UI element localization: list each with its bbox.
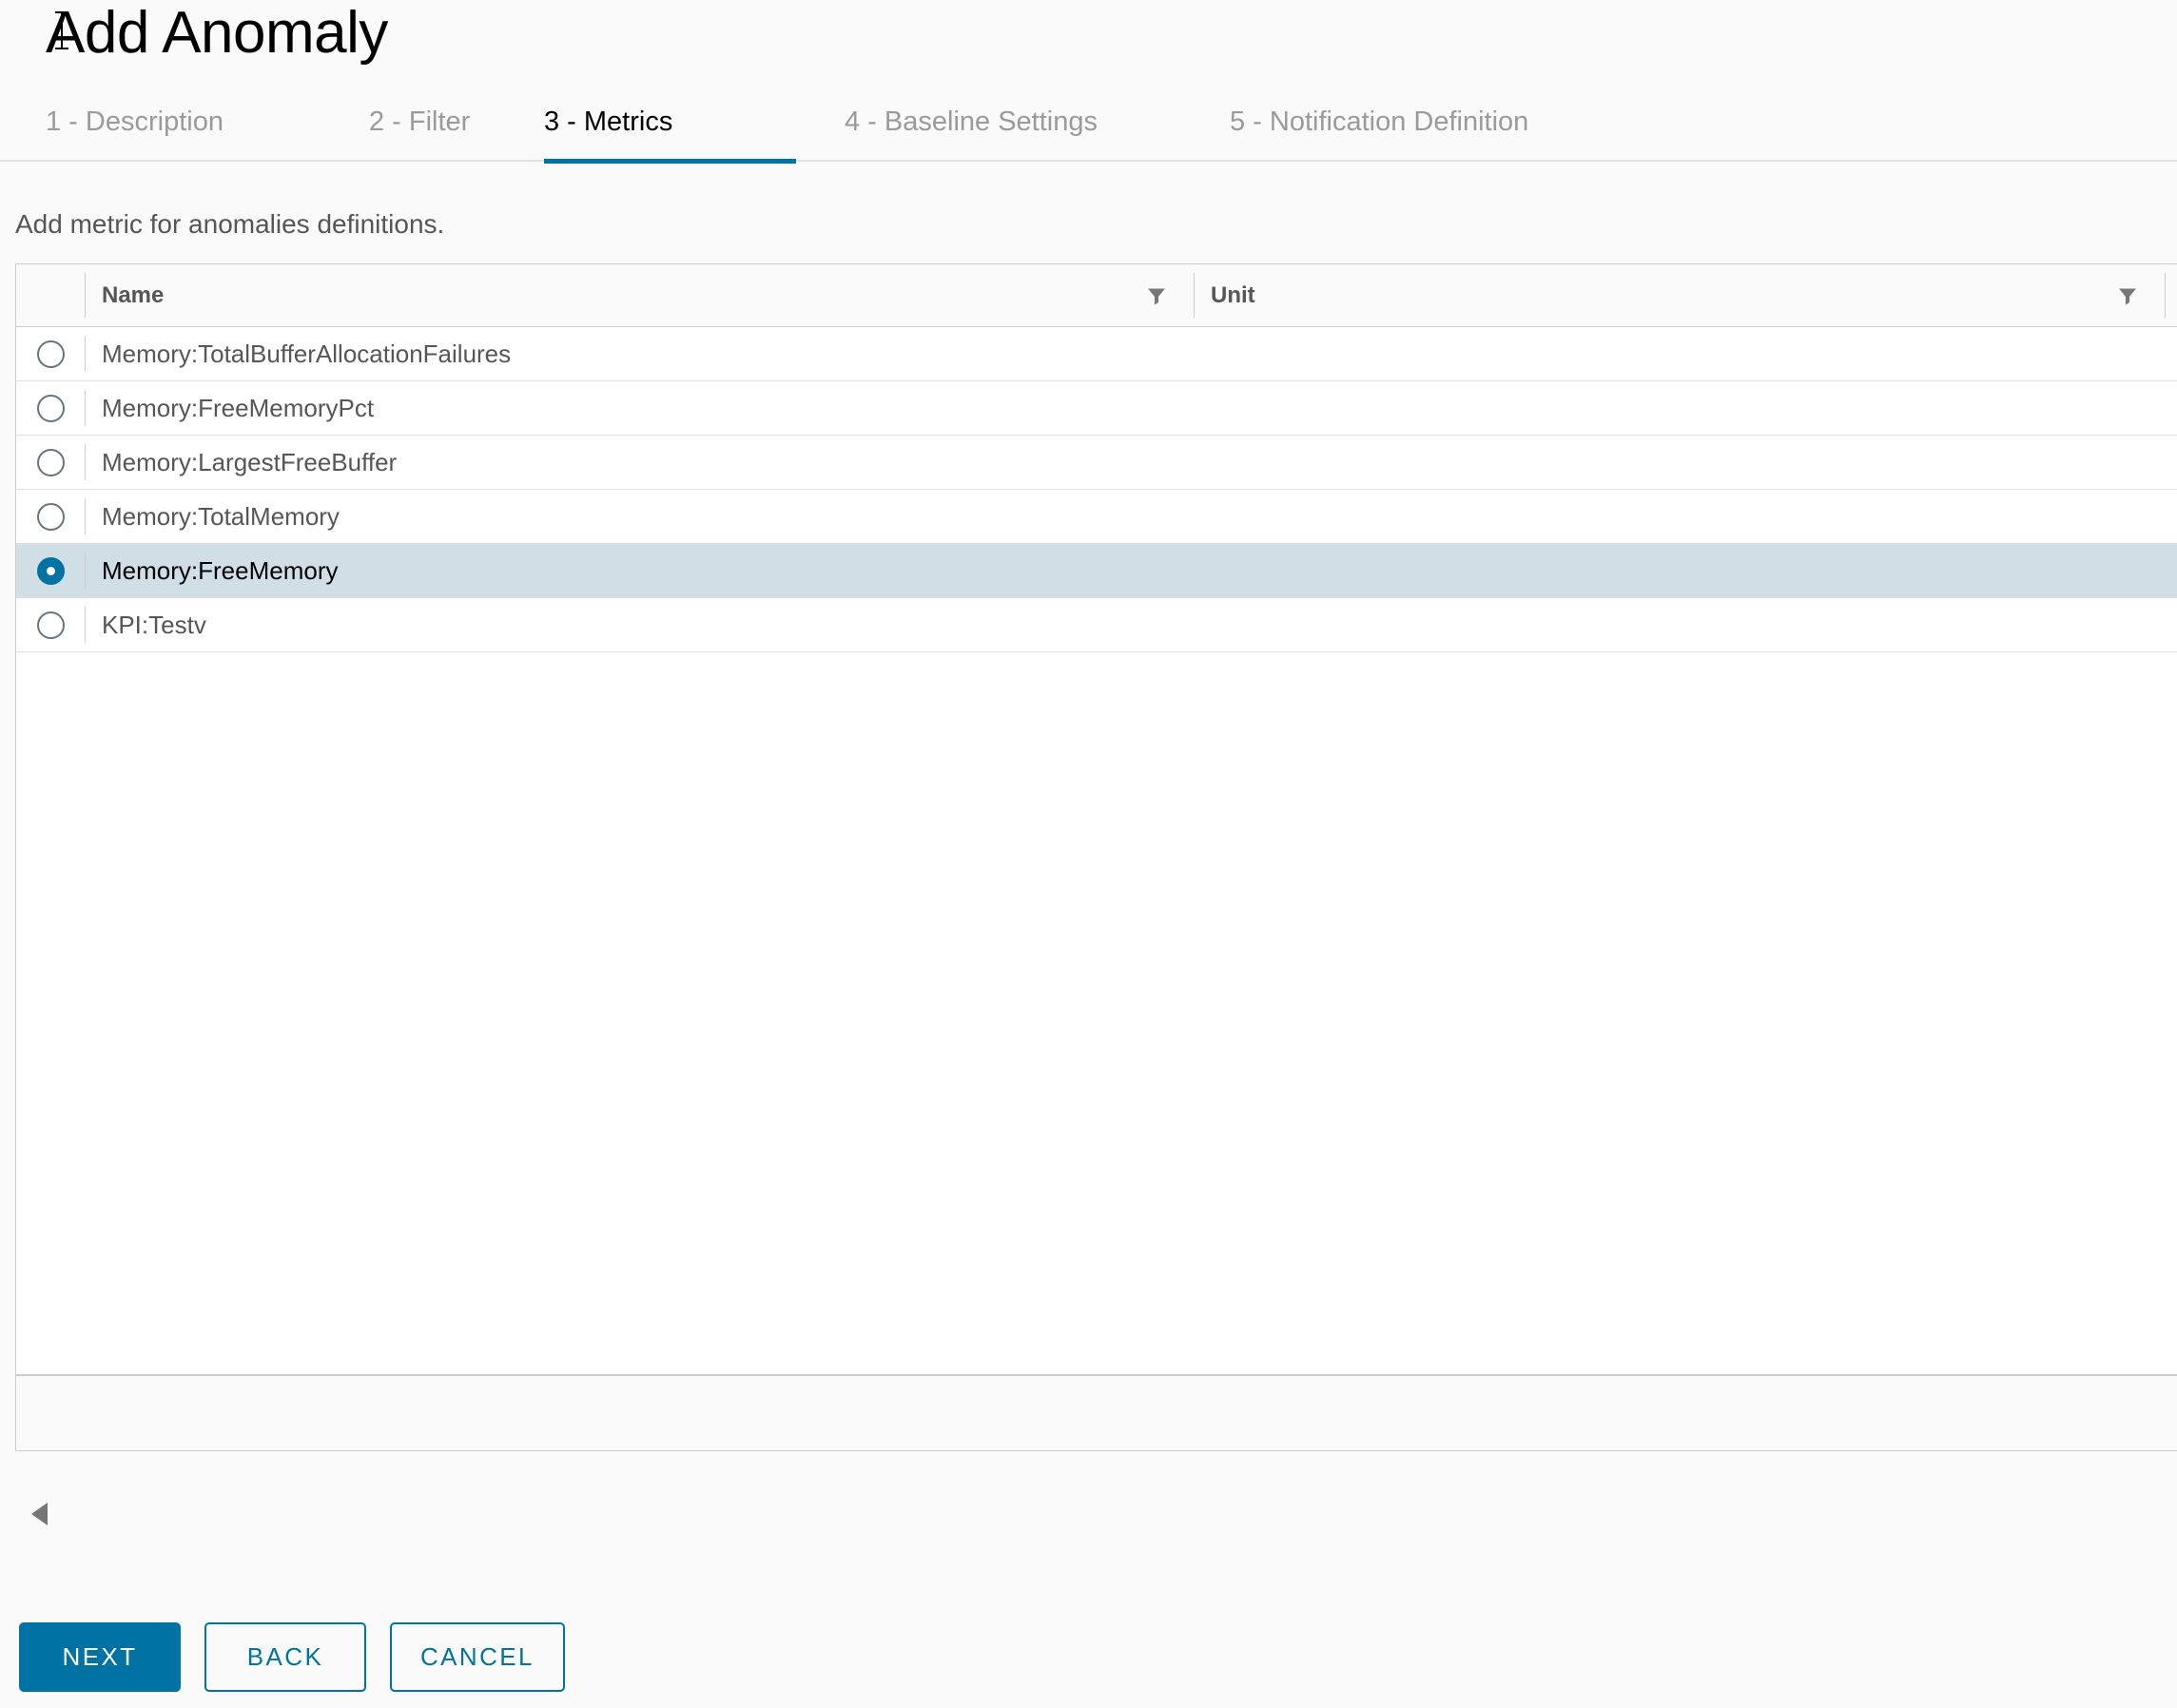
wizard-tablist: 1 - Description 2 - Filter 3 - Metrics 4 - … — [0, 103, 2177, 164]
cell-name: Memory:FreeMemory — [85, 544, 1194, 597]
cell-name: KPI:Testv — [85, 598, 1194, 651]
cell-name: Memory:FreeMemoryPct — [85, 381, 1194, 435]
cell-name: Memory:TotalMemory — [85, 490, 1194, 543]
button-label: BACK — [246, 1642, 324, 1671]
tab-label: 5 - Notification Definition — [1230, 107, 1529, 137]
tab-5[interactable]: 5 - Notification Definition — [1230, 103, 1615, 162]
cell-unit — [1194, 598, 2165, 651]
radio-button[interactable] — [36, 502, 65, 531]
header-cell-unit: Unit — [1194, 264, 2165, 326]
table-row[interactable]: KPI:Testv KPI — [16, 598, 2177, 652]
datagrid-header-row: Name Unit Description — [16, 264, 2177, 327]
header-label-description: Description — [2165, 282, 2177, 309]
column-divider — [85, 273, 86, 318]
cell-unit — [1194, 544, 2165, 597]
radio-button[interactable] — [36, 611, 65, 639]
cell-unit — [1194, 490, 2165, 543]
row-select-cell[interactable] — [16, 598, 85, 651]
button-label: NEXT — [62, 1642, 138, 1671]
header-cell-select — [16, 264, 85, 326]
tab-label: 3 - Metrics — [544, 107, 673, 137]
metric-name: Memory:TotalBufferAllocationFailures — [102, 339, 512, 368]
header-cell-description: Description — [2165, 264, 2177, 326]
add-anomaly-wizard-page: Add Anomaly 1 - Description 2 - Filter 3 -… — [0, 0, 2177, 1708]
header-label-name: Name — [102, 281, 165, 308]
cell-unit — [1194, 381, 2165, 435]
radio-button[interactable] — [36, 340, 65, 368]
column-divider — [85, 444, 86, 480]
table-row[interactable]: Memory:TotalMemory Memory — [16, 490, 2177, 544]
table-row[interactable]: Memory:LargestFreeBuffer Memory — [16, 436, 2177, 490]
cell-unit — [1194, 436, 2165, 489]
button-label: CANCEL — [420, 1642, 535, 1671]
header-cell-name: Name — [85, 264, 1194, 326]
table-row[interactable]: Memory:FreeMemoryPct Memory — [16, 381, 2177, 436]
tab-label: 1 - Description — [46, 107, 224, 137]
cell-name: Memory:LargestFreeBuffer — [85, 436, 1194, 489]
tab-4[interactable]: 4 - Baseline Settings — [845, 103, 1149, 162]
column-divider — [85, 607, 86, 643]
column-divider — [85, 498, 86, 534]
datagrid-body: Memory:TotalBufferAllocationFailures Memo… — [16, 327, 2177, 652]
cell-description: Memory — [2165, 436, 2177, 489]
column-divider — [1194, 273, 1195, 318]
metric-name: KPI:Testv — [102, 610, 206, 639]
radio-button[interactable] — [36, 394, 65, 422]
metric-name: Memory:FreeMemoryPct — [102, 393, 375, 422]
row-select-cell[interactable] — [16, 327, 85, 380]
tab-1[interactable]: 1 - Description — [46, 103, 274, 162]
instruction-text: Add metric for anomalies definitions. — [15, 209, 445, 239]
column-divider — [2165, 273, 2166, 318]
page-title: Add Anomaly — [46, 0, 388, 66]
column-divider — [85, 553, 86, 589]
cell-description: Memory — [2165, 544, 2177, 597]
cell-description: Memory — [2165, 327, 2177, 380]
tab-label: 4 - Baseline Settings — [845, 107, 1098, 137]
table-row[interactable]: Memory:FreeMemory Memory — [16, 544, 2177, 598]
row-select-cell[interactable] — [16, 490, 85, 543]
datagrid-footer — [16, 1374, 2177, 1450]
radio-button[interactable] — [36, 556, 65, 585]
row-select-cell[interactable] — [16, 436, 85, 489]
active-tab-underline — [544, 159, 796, 164]
funnel-filter-icon-unit[interactable] — [2117, 285, 2138, 306]
header-label-unit: Unit — [1211, 281, 1255, 308]
column-divider — [85, 390, 86, 426]
back-button[interactable]: BACK — [204, 1622, 366, 1692]
metric-name: Memory:FreeMemory — [102, 555, 339, 585]
metric-name: Memory:TotalMemory — [102, 501, 340, 531]
row-select-cell[interactable] — [16, 381, 85, 435]
cancel-button[interactable]: CANCEL — [390, 1622, 565, 1692]
cell-description: Memory — [2165, 490, 2177, 543]
tab-3[interactable]: 3 - Metrics — [544, 103, 796, 164]
next-button[interactable]: NEXT — [19, 1622, 181, 1692]
cell-name: Memory:TotalBufferAllocationFailures — [85, 327, 1194, 380]
wizard-button-bar: NEXT BACK CANCEL — [19, 1622, 565, 1692]
row-select-cell[interactable] — [16, 544, 85, 597]
table-row[interactable]: Memory:TotalBufferAllocationFailures Memo… — [16, 327, 2177, 381]
metric-name: Memory:LargestFreeBuffer — [102, 447, 398, 476]
cell-unit — [1194, 327, 2165, 380]
tab-label: 2 - Filter — [369, 107, 471, 137]
radio-button[interactable] — [36, 448, 65, 476]
caret-left-icon[interactable] — [29, 1500, 49, 1528]
tab-2[interactable]: 2 - Filter — [369, 103, 512, 162]
cell-description: Memory — [2165, 381, 2177, 435]
column-divider — [85, 336, 86, 372]
metrics-datagrid: Name Unit Description — [15, 263, 2177, 1451]
datagrid-empty-space — [16, 652, 2177, 1318]
funnel-filter-icon-name[interactable] — [1146, 285, 1167, 306]
cell-description: KPI — [2165, 598, 2177, 651]
